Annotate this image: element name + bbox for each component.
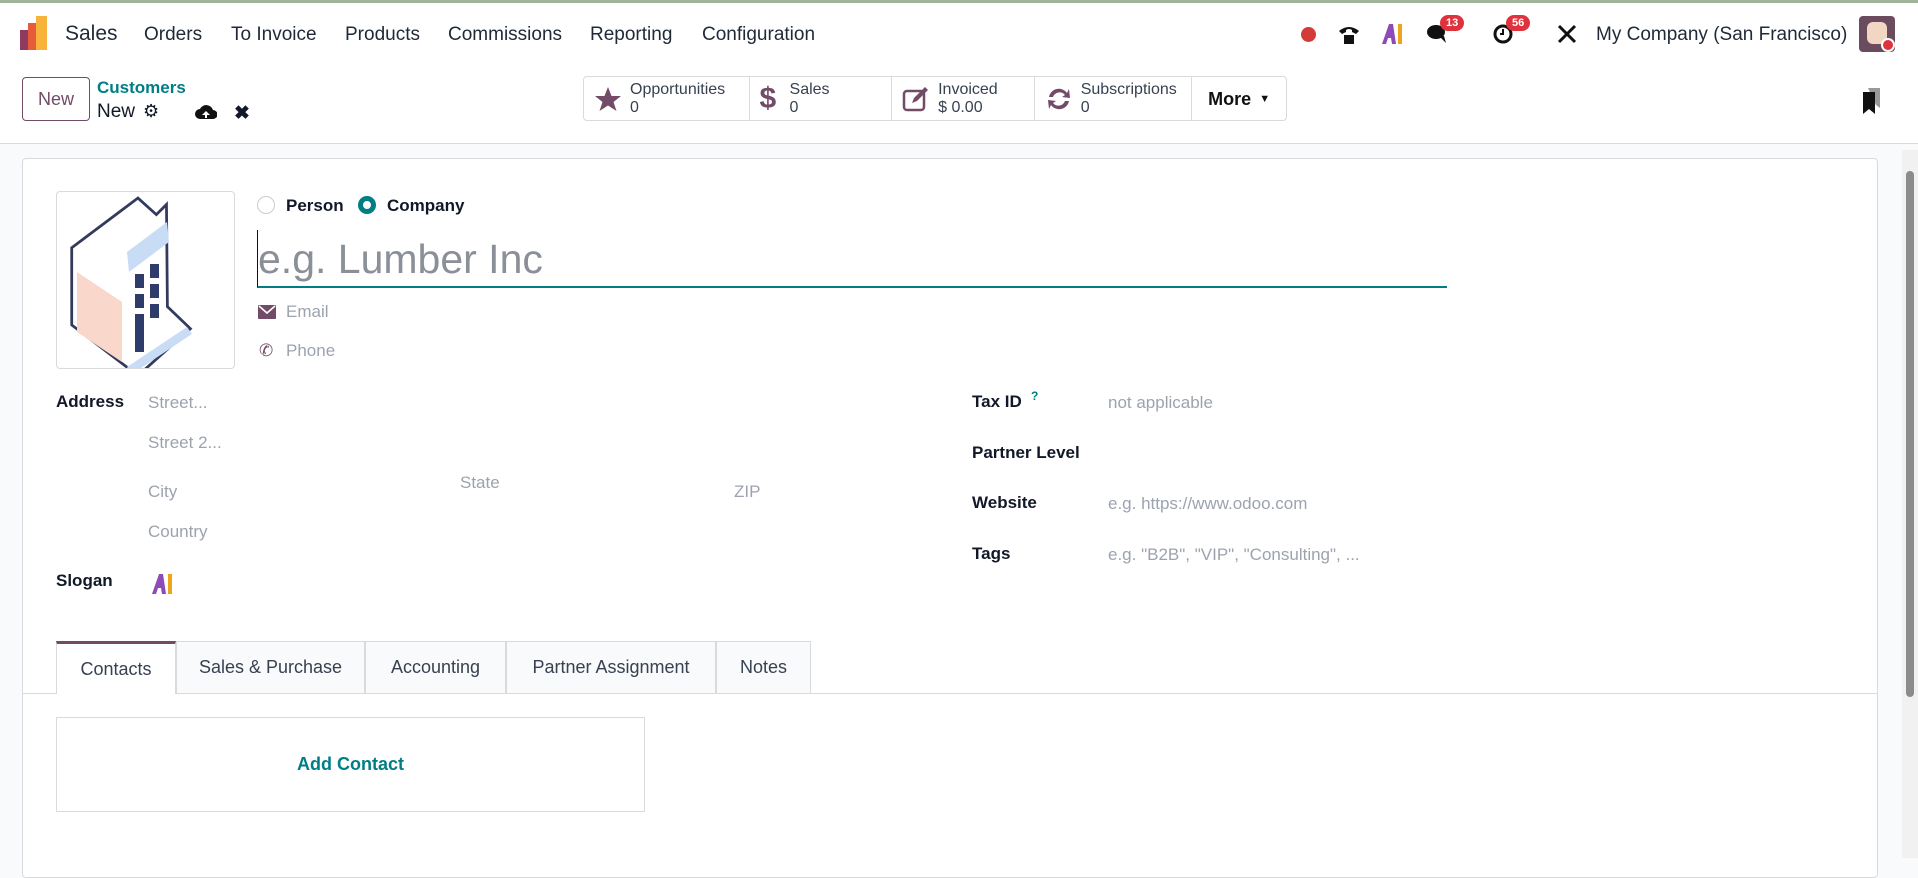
star-icon — [595, 86, 621, 111]
phone-icon-small: ✆ — [259, 341, 274, 360]
stat-value: $ 0.00 — [938, 98, 983, 116]
phone-input[interactable]: Phone — [286, 341, 335, 361]
radio-person-label[interactable]: Person — [286, 196, 344, 216]
partner-level-label: Partner Level — [972, 443, 1080, 462]
street-input[interactable]: Street... — [148, 393, 208, 413]
ai-slogan-icon[interactable] — [151, 573, 175, 595]
building-placeholder-icon — [70, 196, 193, 378]
user-avatar[interactable] — [1859, 16, 1895, 52]
stat-label: Opportunities — [630, 80, 726, 98]
company-image[interactable] — [56, 191, 235, 378]
add-contact-button[interactable]: Add Contact — [56, 717, 645, 812]
invoiced-button[interactable]: Invoiced $ 0.00 — [892, 77, 1035, 120]
tags-input[interactable]: e.g. "B2B", "VIP", "Consulting", ... — [1108, 545, 1360, 565]
website-label: Website — [972, 493, 1037, 512]
menu-commissions[interactable]: Commissions — [448, 24, 562, 46]
partner-level-select[interactable] — [1108, 440, 1438, 466]
tax-id-input[interactable]: not applicable — [1108, 393, 1213, 413]
activities-button[interactable]: 56 — [1492, 15, 1531, 45]
stat-value: 0 — [789, 98, 799, 116]
sales-app-logo-icon[interactable] — [20, 16, 50, 50]
ai-icon[interactable] — [1381, 23, 1405, 45]
tab-accounting[interactable]: Accounting — [365, 641, 506, 693]
city-input[interactable]: City — [148, 482, 177, 502]
menu-products[interactable]: Products — [345, 24, 420, 46]
website-input[interactable]: e.g. https://www.odoo.com — [1108, 494, 1307, 514]
envelope-icon — [258, 305, 276, 319]
stat-label: Sales — [789, 80, 830, 98]
menu-configuration[interactable]: Configuration — [702, 24, 815, 46]
sales-button[interactable]: $ Sales 0 — [750, 77, 893, 120]
tax-id-label: Tax ID — [972, 392, 1022, 411]
zip-input[interactable]: ZIP — [734, 482, 760, 502]
discard-icon[interactable]: ✖ — [234, 102, 250, 125]
company-name-input[interactable]: e.g. Lumber Inc — [257, 230, 1447, 288]
email-input[interactable]: Email — [286, 302, 329, 322]
opportunities-button[interactable]: Opportunities 0 — [584, 77, 750, 120]
stat-label: Invoiced — [938, 80, 998, 98]
new-button[interactable]: New — [22, 77, 90, 121]
smart-buttons: Opportunities 0 $ Sales 0 Invoiced $ 0.00 S… — [583, 76, 1287, 121]
recording-dot-icon[interactable] — [1301, 27, 1316, 42]
menu-reporting[interactable]: Reporting — [590, 24, 672, 46]
messages-badge: 13 — [1440, 15, 1465, 31]
radio-person[interactable] — [257, 196, 275, 214]
tags-label: Tags — [972, 544, 1011, 563]
stat-value: 0 — [630, 98, 639, 116]
edit-icon — [902, 86, 929, 111]
tax-id-help-icon[interactable]: ? — [1031, 389, 1038, 403]
messages-button[interactable]: 13 — [1426, 15, 1465, 45]
refresh-icon — [1047, 88, 1070, 109]
tab-notes[interactable]: Notes — [716, 641, 811, 693]
scrollbar-thumb[interactable] — [1906, 171, 1914, 697]
dollar-icon: $ — [759, 81, 777, 115]
phone-icon[interactable] — [1337, 23, 1361, 45]
tabs-divider — [23, 693, 1877, 694]
stat-value: 0 — [1080, 98, 1090, 116]
slogan-label: Slogan — [56, 571, 113, 590]
tab-contacts[interactable]: Contacts — [56, 641, 176, 694]
control-panel: New Customers New ⚙ ✖ Opportunities 0 $ S… — [0, 67, 1918, 144]
company-switcher[interactable]: My Company (San Francisco) — [1596, 24, 1847, 46]
activities-badge: 56 — [1506, 15, 1531, 31]
radio-company-label[interactable]: Company — [387, 196, 464, 216]
tab-sales-purchase[interactable]: Sales & Purchase — [176, 641, 365, 693]
address-label: Address — [56, 392, 125, 411]
radio-company[interactable] — [358, 196, 376, 214]
more-button[interactable]: More ▼ — [1192, 77, 1286, 120]
stat-label: Subscriptions — [1080, 80, 1177, 98]
gear-icon[interactable]: ⚙ — [143, 101, 159, 122]
tools-icon[interactable] — [1556, 23, 1578, 45]
menu-to-invoice[interactable]: To Invoice — [231, 24, 317, 46]
menu-orders[interactable]: Orders — [144, 24, 202, 46]
more-label: More — [1208, 88, 1252, 109]
breadcrumb-customers[interactable]: Customers — [97, 78, 186, 98]
caret-down-icon: ▼ — [1259, 92, 1271, 105]
street2-input[interactable]: Street 2... — [148, 433, 222, 453]
tab-partner-assignment[interactable]: Partner Assignment — [506, 641, 716, 693]
save-cloud-icon[interactable] — [195, 104, 217, 120]
name-placeholder: e.g. Lumber Inc — [258, 236, 543, 282]
breadcrumb-current: New — [97, 101, 136, 122]
app-name[interactable]: Sales — [65, 22, 118, 46]
country-select[interactable]: Country — [148, 522, 208, 542]
status-busy-icon — [1881, 38, 1895, 52]
state-select[interactable]: State — [460, 473, 500, 493]
navbar: Sales Orders To Invoice Products Commiss… — [0, 3, 1918, 67]
bookmark-icon[interactable] — [1862, 88, 1880, 114]
subscriptions-button[interactable]: Subscriptions 0 — [1035, 77, 1193, 120]
